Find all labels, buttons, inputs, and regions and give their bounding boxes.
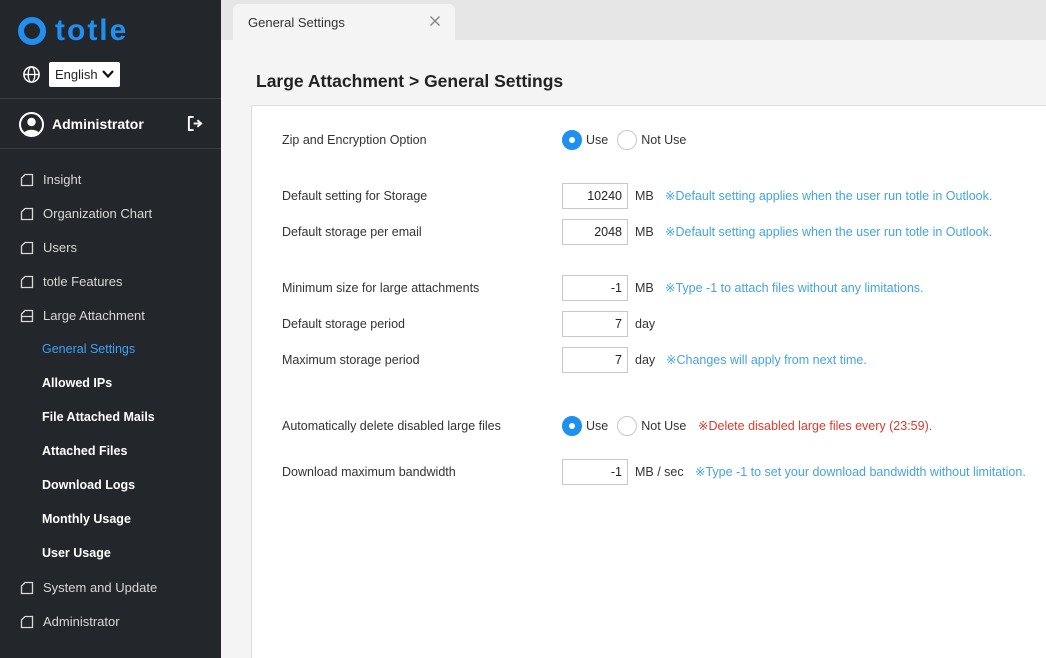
sidebar-divider: [0, 148, 221, 149]
storage-label: Default setting for Storage: [282, 189, 428, 203]
language-value: English: [55, 67, 98, 82]
sidebar-item-system-and-update[interactable]: System and Update: [0, 570, 221, 604]
sidebar-divider: [0, 98, 221, 99]
zip-use-radio[interactable]: [562, 130, 582, 150]
per-email-control: 2048 MB: [562, 219, 654, 245]
max-period-input[interactable]: 7: [562, 347, 628, 373]
auto-delete-label: Automatically delete disabled large file…: [282, 419, 501, 433]
storage-input[interactable]: 10240: [562, 183, 628, 209]
radio-label: Not Use: [641, 419, 687, 433]
globe-icon: [23, 66, 40, 83]
unit-label: MB: [635, 281, 654, 295]
sidebar-item-label: Large Attachment: [43, 307, 145, 323]
document-icon: [20, 581, 34, 595]
chevron-down-icon: [102, 70, 114, 79]
zip-not-use-radio[interactable]: [617, 130, 638, 150]
bandwidth-note: ※Type -1 to set your download bandwidth …: [695, 465, 1026, 479]
sidebar-subitem-download-logs[interactable]: Download Logs: [0, 468, 221, 502]
sidebar-item-organization-chart[interactable]: Organization Chart: [0, 196, 221, 230]
totle-logo[interactable]: totle: [18, 16, 128, 46]
admin-profile: Administrator: [19, 110, 204, 138]
min-size-input[interactable]: -1: [562, 275, 628, 301]
sidebar: totle English Administrator Insight Orga…: [0, 0, 221, 658]
min-size-note: ※Type -1 to attach files without any lim…: [665, 281, 924, 295]
storage-note: ※Default setting applies when the user r…: [665, 189, 993, 203]
document-icon: [20, 275, 34, 289]
admin-name: Administrator: [52, 116, 144, 132]
sidebar-subitem-monthly-usage[interactable]: Monthly Usage: [0, 502, 221, 536]
zip-encryption-radio-group: Use Not Use: [562, 127, 695, 153]
sidebar-item-large-attachment[interactable]: Large Attachment: [0, 298, 221, 332]
auto-delete-not-use-radio[interactable]: [617, 416, 638, 436]
max-period-control: 7 day: [562, 347, 655, 373]
sidebar-item-label: Insight: [43, 171, 82, 187]
logout-icon[interactable]: [187, 115, 204, 132]
close-icon[interactable]: [429, 15, 441, 27]
sidebar-item-label: System and Update: [43, 579, 158, 595]
per-email-input[interactable]: 2048: [562, 219, 628, 245]
logo-ring-icon: [18, 17, 46, 45]
sidebar-item-label: Organization Chart: [43, 205, 153, 221]
language-select[interactable]: English: [49, 62, 120, 87]
unit-label: MB / sec: [635, 465, 684, 479]
page-title: Large Attachment > General Settings: [256, 71, 564, 91]
language-selector-row: English: [22, 62, 120, 87]
sidebar-nav: Insight Organization Chart Users totle F…: [0, 162, 221, 638]
radio-label: Not Use: [641, 133, 687, 147]
sidebar-item-insight[interactable]: Insight: [0, 162, 221, 196]
sidebar-item-label: Administrator: [43, 613, 120, 629]
per-email-label: Default storage per email: [282, 225, 422, 239]
unit-label: day: [635, 353, 656, 367]
storage-control: 10240 MB: [562, 183, 654, 209]
sidebar-item-administrator[interactable]: Administrator: [0, 604, 221, 638]
radio-label: Use: [586, 419, 609, 433]
sidebar-item-label: totle Features: [43, 273, 123, 289]
unit-label: MB: [635, 189, 654, 203]
tab-general-settings[interactable]: General Settings: [233, 4, 455, 40]
bandwidth-input[interactable]: -1: [562, 459, 628, 485]
auto-delete-radio-group: Use Not Use: [562, 413, 695, 439]
document-icon: [20, 241, 34, 255]
tab-label: General Settings: [248, 14, 345, 30]
sidebar-subitem-allowed-ips[interactable]: Allowed IPs: [0, 366, 221, 400]
avatar-icon[interactable]: [19, 111, 44, 137]
bandwidth-label: Download maximum bandwidth: [282, 465, 456, 479]
storage-period-input[interactable]: 7: [562, 311, 628, 337]
zip-encryption-label: Zip and Encryption Option: [282, 133, 427, 147]
radio-label: Use: [586, 133, 609, 147]
min-size-control: -1 MB: [562, 275, 654, 301]
sidebar-item-totle-features[interactable]: totle Features: [0, 264, 221, 298]
sidebar-subitem-general-settings[interactable]: General Settings: [0, 332, 221, 366]
auto-delete-use-radio[interactable]: [562, 416, 582, 436]
min-size-label: Minimum size for large attachments: [282, 281, 480, 295]
tab-bar: General Settings: [221, 0, 1046, 40]
logo-text: totle: [55, 14, 129, 47]
unit-label: day: [635, 317, 656, 331]
sidebar-item-label: Users: [43, 239, 77, 255]
sidebar-subitem-file-attached-mails[interactable]: File Attached Mails: [0, 400, 221, 434]
storage-period-control: 7 day: [562, 311, 655, 337]
sidebar-item-users[interactable]: Users: [0, 230, 221, 264]
document-icon: [20, 207, 34, 221]
sidebar-subitem-attached-files[interactable]: Attached Files: [0, 434, 221, 468]
sidebar-subitem-user-usage[interactable]: User Usage: [0, 536, 221, 570]
max-period-label: Maximum storage period: [282, 353, 420, 367]
storage-period-label: Default storage period: [282, 317, 405, 331]
open-folder-icon: [20, 309, 34, 323]
max-period-note: ※Changes will apply from next time.: [666, 353, 867, 367]
document-icon: [20, 173, 34, 187]
per-email-note: ※Default setting applies when the user r…: [665, 225, 993, 239]
unit-label: MB: [635, 225, 654, 239]
document-icon: [20, 615, 34, 629]
bandwidth-control: -1 MB / sec: [562, 459, 684, 485]
auto-delete-note: ※Delete disabled large files every (23:5…: [698, 419, 933, 433]
